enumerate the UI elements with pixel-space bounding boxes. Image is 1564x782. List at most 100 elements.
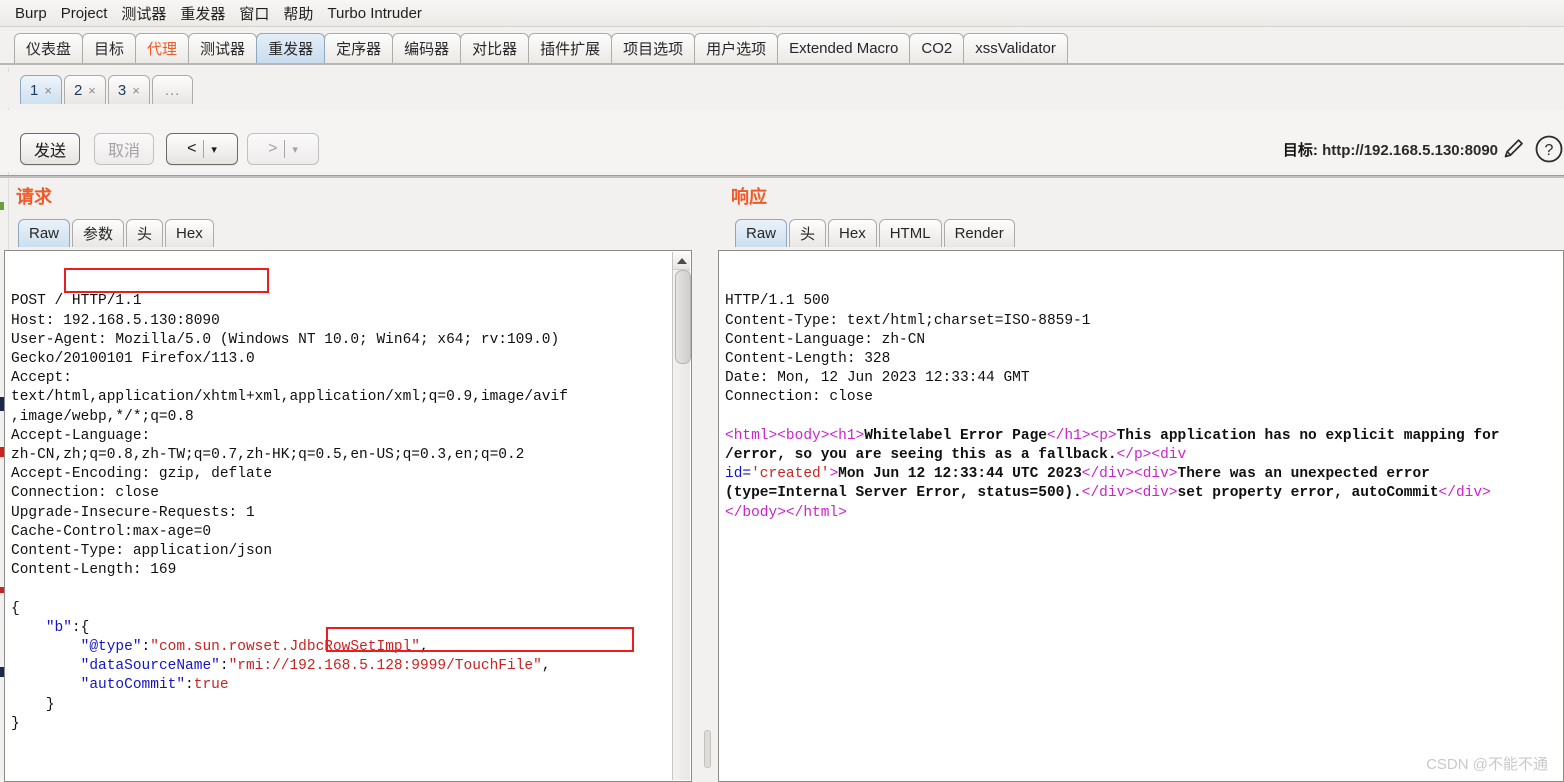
tab-extended-macro[interactable]: Extended Macro xyxy=(777,33,911,63)
request-header-line: Connection: close xyxy=(11,485,159,502)
close-icon[interactable]: × xyxy=(88,83,96,98)
html-tag-p-open: <p> xyxy=(1090,427,1117,444)
menu-item-project[interactable]: Project xyxy=(54,3,115,24)
html-tag-body-open: <body> xyxy=(777,427,830,444)
repeater-tab-1[interactable]: 1 × xyxy=(20,75,62,104)
menu-item-help[interactable]: 帮助 xyxy=(276,1,320,26)
html-attr-id: id= xyxy=(725,466,752,483)
tab-comparer[interactable]: 对比器 xyxy=(460,33,530,63)
request-header-line: Content-Type: application/json xyxy=(11,543,273,560)
repeater-tab-3-label: 3 xyxy=(117,81,127,99)
close-icon[interactable]: × xyxy=(44,83,52,98)
panel-splitter[interactable] xyxy=(699,250,713,782)
tab-repeater[interactable]: 重发器 xyxy=(256,33,326,63)
repeater-tab-underline xyxy=(0,175,1564,178)
send-button[interactable]: 发送 xyxy=(20,133,80,165)
strip-mark-green xyxy=(0,202,4,210)
request-header-line: Accept: xyxy=(11,370,72,387)
menu-item-repeater[interactable]: 重发器 xyxy=(173,1,232,26)
repeater-tab-1-label: 1 xyxy=(30,81,39,99)
json-close-inner: } xyxy=(45,696,55,713)
tab-proxy[interactable]: 代理 xyxy=(135,33,190,63)
request-tab-raw[interactable]: Raw xyxy=(18,219,71,247)
html-tag-div-open-3: <div> xyxy=(1133,485,1178,502)
tab-dashboard[interactable]: 仪表盘 xyxy=(14,33,84,63)
scroll-up-icon[interactable] xyxy=(673,252,690,270)
request-tab-params[interactable]: 参数 xyxy=(72,219,125,247)
request-header-line: Content-Length: 169 xyxy=(11,562,177,579)
request-header-line: text/html,application/xhtml+xml,applicat… xyxy=(11,389,568,406)
request-panel-title: 请求 xyxy=(16,187,52,207)
request-header-line: ,image/webp,*/*;q=0.8 xyxy=(11,408,194,425)
splitter-grip[interactable] xyxy=(704,730,711,768)
html-tag-h1-close: </h1> xyxy=(1046,427,1091,444)
html-tag-div-close-3: </div> xyxy=(1438,485,1491,502)
tab-sequencer[interactable]: 定序器 xyxy=(324,33,394,63)
tab-extender[interactable]: 插件扩展 xyxy=(528,33,613,63)
response-tab-html[interactable]: HTML xyxy=(878,219,942,247)
html-tag-html-close: </html> xyxy=(785,504,847,521)
request-raw-editor[interactable]: POST / HTTP/1.1 Host: 192.168.5.130:8090… xyxy=(4,250,692,782)
repeater-tab-2[interactable]: 2 × xyxy=(63,75,106,104)
request-header-line: Accept-Language: xyxy=(11,427,151,444)
menu-item-window[interactable]: 窗口 xyxy=(232,1,276,26)
response-panel-title: 响应 xyxy=(731,187,767,207)
close-icon[interactable]: × xyxy=(132,83,140,98)
pencil-icon[interactable] xyxy=(1502,136,1526,160)
response-header-line: Content-Type: text/html;charset=ISO-8859… xyxy=(725,312,1091,329)
menu-item-intruder[interactable]: 测试器 xyxy=(114,1,173,26)
cancel-button[interactable]: 取消 xyxy=(94,133,154,165)
request-header-line: Host: 192.168.5.130:8090 xyxy=(11,312,220,329)
html-tag-div-open-2: <div> xyxy=(1134,466,1178,483)
button-separator xyxy=(284,140,286,158)
repeater-tab-2-label: 2 xyxy=(73,81,83,99)
html-attr-id-value: 'created' xyxy=(751,466,830,483)
tab-project-options[interactable]: 项目选项 xyxy=(611,33,696,63)
svg-text:?: ? xyxy=(1545,142,1554,159)
response-tab-headers[interactable]: 头 xyxy=(789,219,827,247)
tab-xssvalidator[interactable]: xssValidator xyxy=(963,33,1068,63)
chevron-down-icon[interactable]: ▾ xyxy=(292,143,298,156)
repeater-tab-3[interactable]: 3 × xyxy=(107,75,150,104)
response-header-line: Content-Language: zh-CN xyxy=(725,331,926,348)
tab-bar-underline xyxy=(0,63,1564,65)
response-raw-editor[interactable]: HTTP/1.1 500 Content-Type: text/html;cha… xyxy=(718,250,1564,782)
json-key-datasourcename: "dataSourceName" xyxy=(80,658,220,675)
request-tab-headers[interactable]: 头 xyxy=(126,219,164,247)
request-raw-text: POST / HTTP/1.1 Host: 192.168.5.130:8090… xyxy=(11,293,568,732)
request-vertical-scrollbar[interactable] xyxy=(672,252,691,780)
help-icon[interactable]: ? xyxy=(1534,134,1564,164)
back-arrow-icon: < xyxy=(187,140,197,157)
response-tab-render[interactable]: Render xyxy=(943,219,1015,247)
response-tab-hex[interactable]: Hex xyxy=(828,219,877,247)
json-key-b: "b" xyxy=(45,619,72,636)
forward-button[interactable]: > ▾ xyxy=(247,133,319,165)
scrollbar-thumb[interactable] xyxy=(675,270,691,364)
request-header-line: Cache-Control:max-age=0 xyxy=(11,523,212,540)
burp-suite-window: Burp Project 测试器 重发器 窗口 帮助 Turbo Intrude… xyxy=(0,0,1564,782)
html-tag-body-close: </body> xyxy=(725,504,786,521)
back-button[interactable]: < ▾ xyxy=(166,133,238,165)
button-separator xyxy=(203,140,205,158)
response-header-line: Date: Mon, 12 Jun 2023 12:33:44 GMT xyxy=(725,370,1030,387)
json-value-datasourcename: "rmi://192.168.5.128:9999/TouchFile" xyxy=(228,658,542,675)
response-header-line: Connection: close xyxy=(725,389,873,406)
repeater-tab-more[interactable]: ... xyxy=(151,75,194,104)
html-tag-div-close-1: </div> xyxy=(1081,466,1134,483)
tab-target[interactable]: 目标 xyxy=(82,33,137,63)
response-tab-raw[interactable]: Raw xyxy=(735,219,788,247)
json-key-type: "@type" xyxy=(80,639,142,656)
request-header-line: zh-CN,zh;q=0.8,zh-TW;q=0.7,zh-HK;q=0.5,e… xyxy=(11,447,525,464)
tab-co2[interactable]: CO2 xyxy=(909,33,965,63)
menu-item-turbo-intruder[interactable]: Turbo Intruder xyxy=(320,3,429,24)
request-header-line: User-Agent: Mozilla/5.0 (Windows NT 10.0… xyxy=(11,331,560,348)
html-tag-div-open-1: <div xyxy=(1151,447,1187,464)
html-text-setprop: set property error, autoCommit xyxy=(1177,485,1439,502)
menu-item-burp[interactable]: Burp xyxy=(8,3,54,24)
tab-intruder[interactable]: 测试器 xyxy=(188,33,258,63)
response-raw-text: HTTP/1.1 500 Content-Type: text/html;cha… xyxy=(719,289,1563,522)
request-tab-hex[interactable]: Hex xyxy=(165,219,214,247)
chevron-down-icon[interactable]: ▾ xyxy=(211,143,217,156)
tab-decoder[interactable]: 编码器 xyxy=(392,33,462,63)
tab-user-options[interactable]: 用户选项 xyxy=(694,33,779,63)
